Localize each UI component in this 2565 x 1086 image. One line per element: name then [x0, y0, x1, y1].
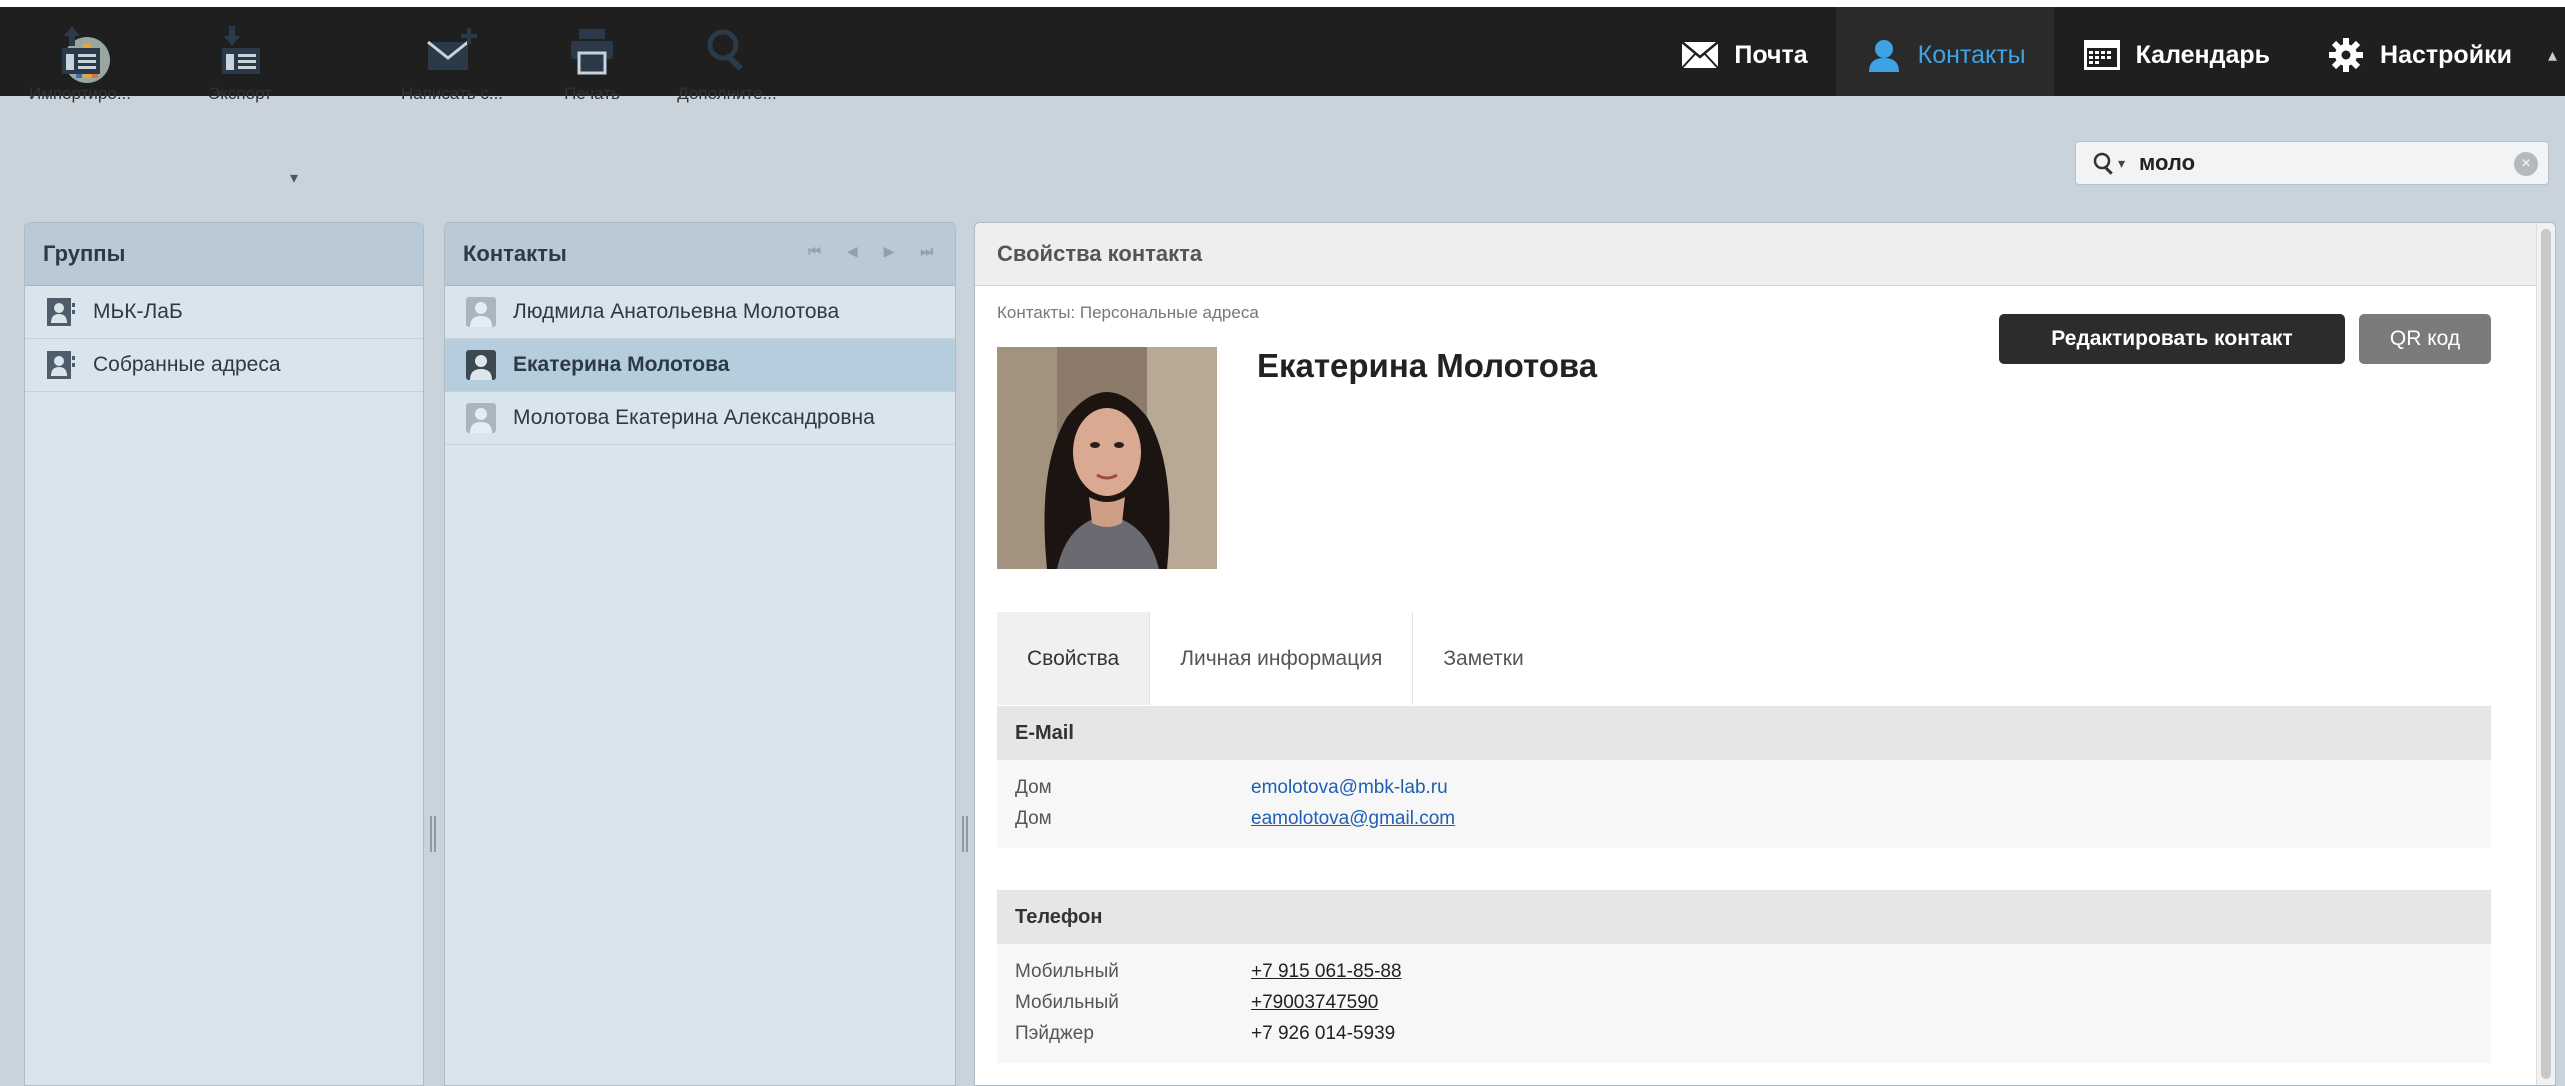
- email-row: Дом eamolotova@gmail.com: [1015, 803, 2473, 834]
- contacts-splitter[interactable]: [962, 816, 968, 852]
- phone-section-title: Телефон: [997, 890, 2491, 944]
- email-type-label: Дом: [1015, 776, 1052, 798]
- nav-mail[interactable]: Почта: [1652, 7, 1835, 103]
- calendar-icon: [2082, 37, 2122, 73]
- phone-section: Телефон Мобильный +7 915 061-85-88 Мобил…: [997, 890, 2491, 1063]
- person-icon: [1864, 37, 1904, 73]
- import-button[interactable]: Импортиро...: [15, 20, 145, 104]
- contact-item-label: Молотова Екатерина Александровна: [513, 406, 875, 429]
- top-bar: Почта Контакты Календарь Настройки ▴: [0, 0, 2565, 103]
- contact-item[interactable]: Людмила Анатольевна Молотова: [445, 286, 955, 339]
- contact-item-label: Екатерина Молотова: [513, 353, 730, 376]
- compose-button[interactable]: Написать с...: [387, 20, 517, 104]
- export-icon: [175, 20, 305, 80]
- contact-avatar-icon: [465, 402, 497, 434]
- phone-type-label: Пэйджер: [1015, 1022, 1094, 1044]
- phone-link[interactable]: +7 915 061-85-88: [1251, 961, 1402, 983]
- more-label: Дополните...: [677, 84, 777, 103]
- nav-contacts[interactable]: Контакты: [1835, 7, 2054, 103]
- export-dropdown-icon[interactable]: ▾: [290, 168, 298, 188]
- next-page-icon[interactable]: ▶: [884, 243, 895, 260]
- search-box[interactable]: ▾ ×: [2075, 141, 2549, 185]
- contact-item-label: Людмила Анатольевна Молотова: [513, 300, 840, 323]
- qr-code-button[interactable]: QR код: [2359, 314, 2491, 364]
- first-page-icon[interactable]: ⏮: [808, 243, 821, 260]
- tab-personal-info[interactable]: Личная информация: [1150, 612, 1414, 705]
- email-link[interactable]: emolotova@mbk-lab.ru: [1251, 777, 1448, 799]
- contact-photo: [997, 347, 1217, 569]
- top-navigation: Почта Контакты Календарь Настройки ▴: [1652, 7, 2565, 103]
- tab-notes[interactable]: Заметки: [1413, 612, 1553, 705]
- contact-name: Екатерина Молотова: [1257, 347, 1598, 384]
- more-button[interactable]: Дополните...: [662, 20, 792, 104]
- contact-avatar-icon: [465, 296, 497, 328]
- groups-panel: Группы МЬК-ЛаБ Собранные адреса: [24, 222, 424, 1086]
- address-book-icon: [45, 296, 77, 328]
- edit-contact-button[interactable]: Редактировать контакт: [1999, 314, 2345, 364]
- details-scrollbar[interactable]: [2536, 223, 2555, 1085]
- phone-section-body: Мобильный +7 915 061-85-88 Мобильный +79…: [997, 944, 2491, 1063]
- export-label: Экспорт: [208, 84, 272, 103]
- contact-item-selected[interactable]: Екатерина Молотова: [445, 339, 955, 392]
- import-label: Импортиро...: [28, 84, 131, 103]
- nav-settings[interactable]: Настройки: [2298, 7, 2540, 103]
- group-item-label: МЬК-ЛаБ: [93, 300, 183, 323]
- group-item-label: Собранные адреса: [93, 353, 281, 376]
- scrollbar-thumb[interactable]: [2541, 229, 2551, 1079]
- print-label: Печать: [564, 84, 620, 103]
- print-button[interactable]: Печать: [527, 20, 657, 104]
- compose-label: Написать с...: [400, 84, 504, 103]
- nav-settings-label: Настройки: [2380, 40, 2512, 69]
- email-row: Дом emolotova@mbk-lab.ru: [1015, 772, 2473, 803]
- groups-splitter[interactable]: [430, 816, 436, 852]
- contacts-pager: ⏮ ◀ ▶ ⏭: [808, 243, 933, 260]
- email-section-title: E-Mail: [997, 706, 2491, 760]
- prev-page-icon[interactable]: ◀: [847, 243, 858, 260]
- contacts-title: Контакты: [463, 241, 567, 266]
- phone-row: Мобильный +7 915 061-85-88: [1015, 956, 2473, 987]
- nav-calendar[interactable]: Календарь: [2054, 7, 2298, 103]
- phone-row: Мобильный +79003747590: [1015, 987, 2473, 1018]
- gear-icon: [2326, 37, 2366, 73]
- contacts-panel: Контакты ⏮ ◀ ▶ ⏭ Людмила Анатольевна Мол…: [444, 222, 956, 1086]
- contact-avatar-icon: [465, 349, 497, 381]
- nav-calendar-label: Календарь: [2135, 40, 2271, 69]
- last-page-icon[interactable]: ⏭: [920, 243, 933, 260]
- search-options-icon[interactable]: ▾: [2118, 155, 2125, 172]
- search-icon[interactable]: [2092, 151, 2116, 175]
- breadcrumb: Контакты: Персональные адреса: [997, 303, 1259, 322]
- email-section: E-Mail Дом emolotova@mbk-lab.ru Дом eamo…: [997, 706, 2491, 848]
- search-input[interactable]: [2137, 149, 2492, 177]
- export-button[interactable]: Экспорт: [175, 20, 305, 104]
- printer-icon: [527, 20, 657, 80]
- address-book-icon: [45, 349, 77, 381]
- email-section-body: Дом emolotova@mbk-lab.ru Дом eamolotova@…: [997, 760, 2491, 848]
- nav-mail-label: Почта: [1734, 40, 1808, 69]
- phone-row: Пэйджер +7 926 014-5939: [1015, 1018, 2473, 1049]
- contacts-header: Контакты ⏮ ◀ ▶ ⏭: [445, 223, 955, 286]
- nav-overflow-button[interactable]: ▴: [2540, 7, 2565, 103]
- details-tabs: Свойства Личная информация Заметки: [997, 612, 1554, 705]
- contact-item[interactable]: Молотова Екатерина Александровна: [445, 392, 955, 445]
- pager-value: +7 926 014-5939: [1251, 1022, 1396, 1044]
- clear-search-icon[interactable]: ×: [2514, 152, 2538, 176]
- phone-type-label: Мобильный: [1015, 991, 1119, 1013]
- details-header: Свойства контакта: [975, 223, 2555, 286]
- magnifier-icon: [662, 20, 792, 80]
- nav-contacts-label: Контакты: [1917, 40, 2026, 69]
- phone-type-label: Мобильный: [1015, 960, 1119, 982]
- compose-mail-icon: [387, 20, 517, 80]
- contact-details-panel: Свойства контакта Контакты: Персональные…: [974, 222, 2556, 1086]
- group-item[interactable]: Собранные адреса: [25, 339, 423, 392]
- import-icon: [15, 20, 145, 80]
- email-link[interactable]: eamolotova@gmail.com: [1251, 808, 1455, 830]
- group-item[interactable]: МЬК-ЛаБ: [25, 286, 423, 339]
- tab-properties[interactable]: Свойства: [997, 612, 1151, 705]
- groups-header: Группы: [25, 223, 423, 286]
- envelope-icon: [1680, 37, 1720, 73]
- phone-link[interactable]: +79003747590: [1251, 992, 1378, 1014]
- email-type-label: Дом: [1015, 807, 1052, 829]
